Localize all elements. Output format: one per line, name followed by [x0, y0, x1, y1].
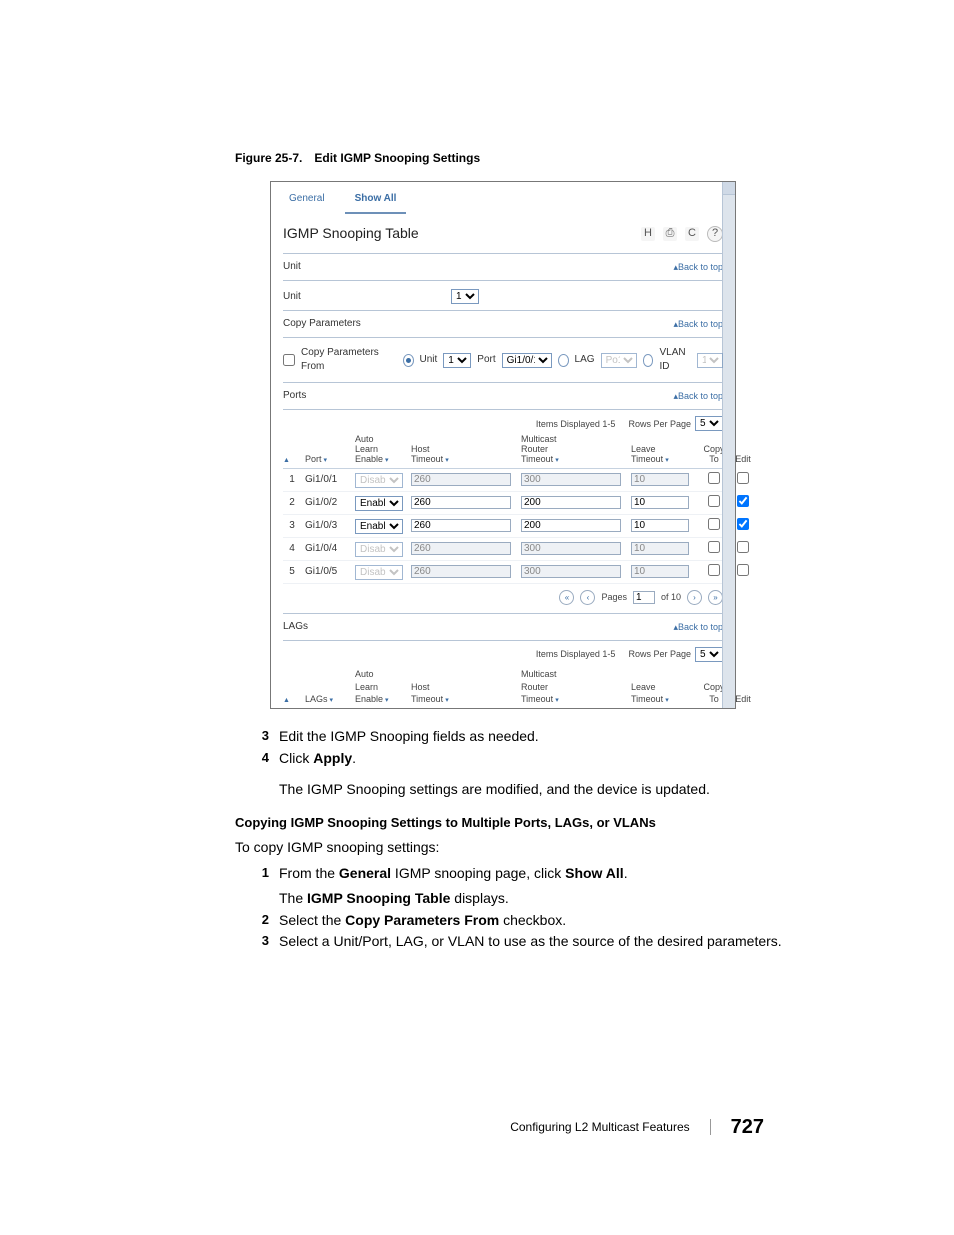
copy-lag-select: Po1: [601, 353, 637, 368]
auto-learn-select: Disable: [355, 542, 403, 557]
unit-header: Unit: [283, 260, 301, 274]
auto-learn-select[interactable]: Enable: [355, 519, 403, 534]
auto-learn-select[interactable]: Enable: [355, 496, 403, 511]
host-timeout-input: [411, 542, 511, 555]
table-row: 4Gi1/0/4Disable: [283, 538, 723, 561]
edit-checkbox[interactable]: [737, 495, 749, 507]
copy-from-label: Copy Parameters From: [301, 346, 397, 374]
refresh-icon[interactable]: C: [685, 227, 699, 241]
copy-to-checkbox[interactable]: [708, 541, 720, 553]
back-to-top-link[interactable]: Back to top: [673, 318, 723, 331]
mrouter-timeout-input: [521, 542, 621, 555]
lags-header: LAGs: [283, 620, 308, 634]
page-last-icon[interactable]: »: [708, 590, 723, 605]
auto-learn-select: Disable: [355, 473, 403, 488]
back-to-top-link[interactable]: Back to top: [673, 390, 723, 403]
pagination: « ‹ Pages of 10 › »: [283, 584, 723, 611]
sort-icon[interactable]: ▲: [283, 696, 301, 706]
unit-select[interactable]: 1: [451, 289, 479, 304]
host-timeout-input[interactable]: [411, 496, 511, 509]
scrollbar[interactable]: [722, 182, 735, 708]
steps-list-2: 1 From the General IGMP snooping page, c…: [235, 864, 844, 952]
mrouter-timeout-input: [521, 565, 621, 578]
save-icon[interactable]: H: [641, 227, 655, 241]
leave-timeout-input[interactable]: [631, 496, 689, 509]
lags-rows-per-page-select[interactable]: 5: [695, 647, 723, 662]
ports-table-header: ▲ Port▾ Auto Learn Enable▾ Host Timeout▾…: [283, 435, 723, 469]
copy-vlan-select: 1: [697, 353, 723, 368]
auto-learn-select: Disable: [355, 565, 403, 580]
mrouter-timeout-input[interactable]: [521, 519, 621, 532]
screenshot-igmp-table: General Show All IGMP Snooping Table H ⎙…: [270, 181, 736, 709]
host-timeout-input: [411, 565, 511, 578]
leave-timeout-input: [631, 473, 689, 486]
table-row: 5Gi1/0/5Disable: [283, 561, 723, 584]
tab-show-all[interactable]: Show All: [345, 188, 407, 214]
tab-bar: General Show All: [271, 182, 735, 214]
copy-to-checkbox[interactable]: [708, 564, 720, 576]
copy-from-checkbox[interactable]: [283, 354, 295, 366]
figure-caption: Figure 25-7.Edit IGMP Snooping Settings: [235, 150, 844, 167]
mrouter-timeout-input: [521, 473, 621, 486]
ports-header: Ports: [283, 389, 306, 403]
mrouter-timeout-input[interactable]: [521, 496, 621, 509]
table-row: 1Gi1/0/1Disable: [283, 469, 723, 492]
leave-timeout-input: [631, 542, 689, 555]
unit-port-radio[interactable]: [403, 354, 414, 367]
page-input[interactable]: [633, 591, 655, 604]
lag-radio[interactable]: [558, 354, 569, 367]
leave-timeout-input[interactable]: [631, 519, 689, 532]
tab-general[interactable]: General: [279, 188, 335, 214]
lags-table-header: ▲ LAGs▾ Auto Learn Enable▾ Host Timeout▾…: [283, 666, 723, 706]
host-timeout-input[interactable]: [411, 519, 511, 532]
edit-checkbox[interactable]: [737, 541, 749, 553]
rows-per-page-select[interactable]: 5: [695, 416, 723, 431]
print-icon[interactable]: ⎙: [663, 227, 677, 241]
back-to-top-link[interactable]: Back to top: [673, 261, 723, 274]
page-prev-icon[interactable]: ‹: [580, 590, 595, 605]
section-heading: Copying IGMP Snooping Settings to Multip…: [235, 814, 844, 832]
vlan-radio[interactable]: [643, 354, 654, 367]
copy-port-select[interactable]: Gi1/0/1: [502, 353, 552, 368]
page-footer: Configuring L2 Multicast Features 727: [0, 1113, 954, 1141]
edit-checkbox[interactable]: [737, 564, 749, 576]
copy-to-checkbox[interactable]: [708, 495, 720, 507]
back-to-top-link[interactable]: Back to top: [673, 621, 723, 634]
sort-icon[interactable]: ▲: [283, 457, 301, 465]
intro-text: To copy IGMP snooping settings:: [235, 838, 844, 858]
host-timeout-input: [411, 473, 511, 486]
page-next-icon[interactable]: ›: [687, 590, 702, 605]
edit-checkbox[interactable]: [737, 472, 749, 484]
edit-checkbox[interactable]: [737, 518, 749, 530]
page-first-icon[interactable]: «: [559, 590, 574, 605]
steps-list-1: 3Edit the IGMP Snooping fields as needed…: [235, 727, 844, 768]
table-row: 3Gi1/0/3Enable: [283, 515, 723, 538]
copy-to-checkbox[interactable]: [708, 472, 720, 484]
unit-label: Unit: [283, 290, 443, 304]
copy-to-checkbox[interactable]: [708, 518, 720, 530]
table-row: 2Gi1/0/2Enable: [283, 492, 723, 515]
result-paragraph: The IGMP Snooping settings are modified,…: [279, 780, 844, 800]
copy-params-header: Copy Parameters: [283, 317, 361, 331]
copy-unit-select[interactable]: 1: [443, 353, 471, 368]
page-title: IGMP Snooping Table: [283, 224, 419, 244]
leave-timeout-input: [631, 565, 689, 578]
help-icon[interactable]: ?: [707, 226, 723, 242]
